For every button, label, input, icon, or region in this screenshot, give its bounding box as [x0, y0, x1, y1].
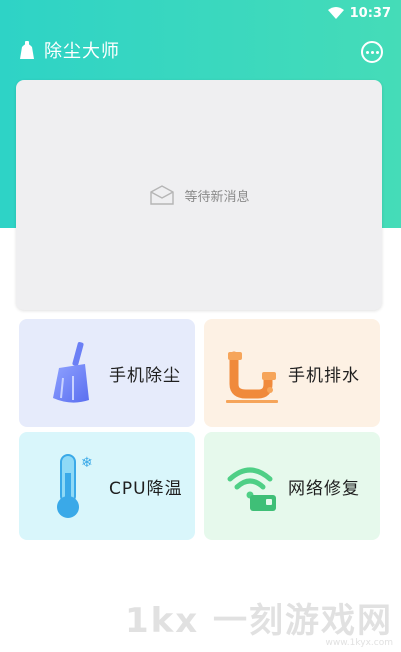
tool-dust-clean-button[interactable]: 手机除尘: [19, 319, 195, 427]
svg-text:❄: ❄: [81, 455, 93, 471]
app-title: 除尘大师: [44, 41, 120, 62]
tool-label: 网络修复: [288, 478, 360, 499]
tool-label: CPU降温: [109, 478, 183, 499]
wifi-signal-icon: [327, 6, 344, 19]
message-card: 等待新消息: [16, 80, 382, 310]
message-empty-text: 等待新消息: [184, 189, 250, 205]
app-bar: 除尘大师: [0, 32, 401, 68]
status-bar: 10:37: [0, 0, 401, 26]
tool-network-repair-button[interactable]: 网络修复: [204, 432, 380, 540]
tool-drain-water-button[interactable]: 手机排水: [204, 319, 380, 427]
pipe-faucet-icon: [226, 351, 278, 403]
tool-cpu-cool-button[interactable]: ❄ CPU降温: [19, 432, 195, 540]
status-time: 10:37: [349, 5, 391, 21]
tool-label: 手机除尘: [109, 365, 181, 386]
wifi-repair-icon: [227, 467, 276, 511]
broom-icon: [53, 342, 89, 403]
tool-label: 手机排水: [288, 365, 360, 386]
app-logo-icon: [20, 41, 34, 59]
more-options-icon[interactable]: [361, 41, 383, 63]
envelope-icon: [150, 185, 175, 205]
thermometer-icon: ❄: [57, 454, 93, 518]
watermark: 1kx 一刻游戏网 www.1kyx.com: [125, 593, 393, 648]
watermark-logo: 1kx 一刻游戏网: [124, 601, 393, 641]
